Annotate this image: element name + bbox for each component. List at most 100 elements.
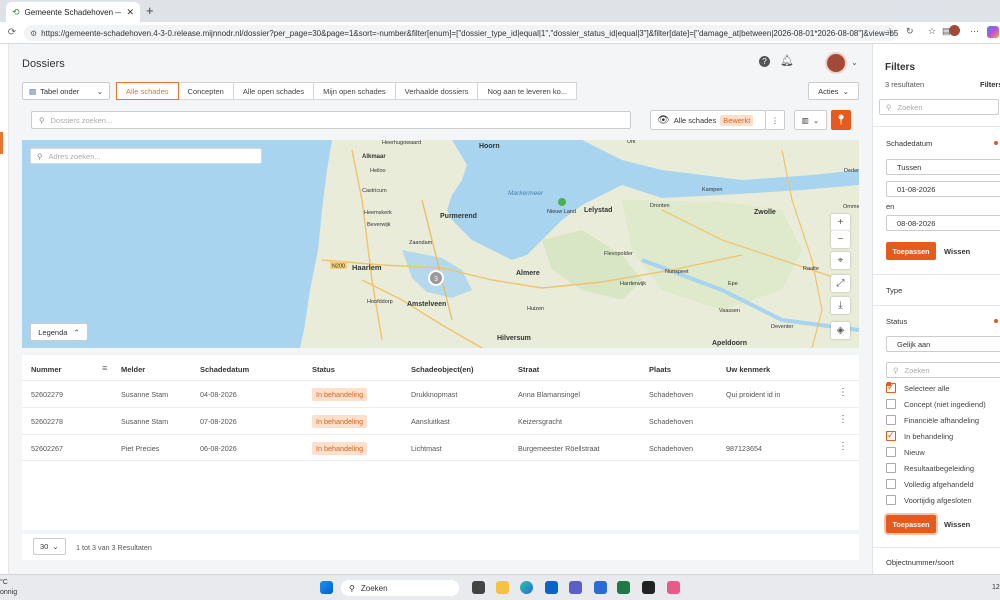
header-schadedatum[interactable]: Schadedatum	[200, 365, 249, 374]
saved-view-select[interactable]: 👁︎ Alle schades Bewerkt	[650, 110, 766, 130]
columns-button[interactable]: ▥ ⌄	[794, 110, 827, 130]
word-icon[interactable]	[594, 581, 607, 594]
map-place-label: Markermeer	[508, 190, 544, 197]
row-menu-icon[interactable]: ⋮	[838, 387, 848, 398]
checkbox-volledig-afgehandeld[interactable]	[886, 479, 896, 489]
refresh-page-icon[interactable]: ↻	[906, 26, 914, 37]
schadedatum-label[interactable]: Schadedatum	[886, 139, 932, 148]
search-icon: ⚲	[886, 102, 892, 112]
legenda-button[interactable]: Legenda ⌃	[30, 323, 88, 341]
acties-button[interactable]: Acties ⌄	[808, 82, 859, 100]
outlook-icon[interactable]	[545, 581, 558, 594]
checkbox-in-behandeling[interactable]	[886, 430, 896, 441]
status-mode-select[interactable]: Gelijk aan	[886, 336, 1000, 352]
checkbox-concept[interactable]	[886, 399, 896, 409]
snipping-tool-icon[interactable]	[667, 581, 680, 594]
locate-icon[interactable]: ⌖	[831, 252, 850, 269]
notification-bell-icon[interactable]: 🔔︎	[780, 54, 794, 67]
map-place-label: Hilversum	[497, 335, 531, 342]
checkbox-voortijdig-afgesloten[interactable]	[886, 495, 896, 505]
clear-status-button[interactable]: Wissen	[944, 520, 970, 529]
fullscreen-icon[interactable]: ⤢	[831, 275, 850, 292]
start-icon[interactable]	[320, 581, 333, 594]
map-place-label: Amstelveen	[407, 301, 446, 308]
view-tabs: ▤ Tabel onder ⌄ Alle schades Concepten A…	[22, 82, 578, 100]
tab-alle-open-schades[interactable]: Alle open schades	[232, 82, 315, 100]
download-icon[interactable]: ⤓	[831, 297, 850, 314]
address-search-input[interactable]: ⚲ Adres zoeken...	[30, 148, 262, 164]
map-view[interactable]: 3 N200 Hoorn Heerhugowaard Alkmaar Heiloo Ca…	[22, 140, 859, 348]
copilot-icon[interactable]	[987, 26, 999, 38]
acties-label: Acties	[818, 86, 839, 96]
new-tab-icon[interactable]: +	[146, 3, 154, 18]
task-view-icon[interactable]	[472, 581, 485, 594]
status-search-input[interactable]: ⚲ Zoeken	[886, 362, 1000, 378]
date-to-input[interactable]: 08-08-2026	[886, 215, 1000, 231]
row-menu-icon[interactable]: ⋮	[838, 441, 848, 452]
tab-mijn-open-schades[interactable]: Mijn open schades	[313, 82, 396, 100]
zoom-out-button[interactable]: −	[831, 231, 850, 248]
tab-nog-aan-te-leveren[interactable]: Nog aan te leveren ko...	[477, 82, 578, 100]
header-schadeobject[interactable]: Schadeobject(en)	[411, 365, 474, 374]
browser-tab[interactable]: ⟲ Gemeente Schadehoven — Dossier ✕	[6, 2, 140, 22]
type-label[interactable]: Type	[886, 286, 902, 295]
cell-object: Lichtmast	[411, 444, 442, 453]
taskbar-search[interactable]: ⚲ Zoeken	[341, 580, 459, 596]
sticky-notes-icon[interactable]	[642, 581, 655, 594]
more-menu-icon[interactable]: ⋯	[970, 26, 979, 37]
chevron-down-icon[interactable]: ⌄	[851, 58, 858, 67]
teams-icon[interactable]	[569, 581, 582, 594]
tab-concepten[interactable]: Concepten	[177, 82, 234, 100]
cell-melder: Piet Precies	[121, 444, 160, 453]
range-mode-select[interactable]: Tussen	[886, 159, 1000, 175]
site-info-icon[interactable]: ⚙	[30, 29, 37, 38]
map-pin-button[interactable]: 📍︎	[831, 110, 851, 130]
header-melder[interactable]: Melder	[121, 365, 145, 374]
table-row[interactable]: 52602279 Susanne Stam 04-08-2026 In beha…	[22, 380, 859, 407]
star-icon[interactable]: ☆	[886, 26, 894, 37]
cell-straat: Burgemeester Röellstraat	[518, 444, 600, 453]
search-icon: ⚲	[39, 115, 45, 125]
per-page-select[interactable]: 30 ⌄	[33, 538, 66, 555]
close-tab-icon[interactable]: ✕	[126, 7, 134, 18]
row-menu-icon[interactable]: ⋮	[838, 414, 848, 425]
header-nummer[interactable]: Nummer	[31, 365, 61, 374]
reload-icon[interactable]: ⟳	[6, 27, 18, 38]
header-plaats[interactable]: Plaats	[649, 365, 671, 374]
apply-date-button[interactable]: Toepassen	[886, 242, 936, 260]
objectnummer-label[interactable]: Objectnummer/soort	[886, 558, 954, 567]
status-badge: In behandeling	[312, 442, 368, 455]
clear-date-button[interactable]: Wissen	[944, 247, 970, 256]
filters-search-input[interactable]: ⚲ Zoeken	[879, 99, 999, 115]
header-straat[interactable]: Straat	[518, 365, 539, 374]
user-avatar[interactable]	[825, 52, 847, 74]
checkbox-resultaatbegeleiding[interactable]	[886, 463, 896, 473]
table-row[interactable]: 52602267 Piet Precies 06-08-2026 In beha…	[22, 434, 859, 461]
help-icon[interactable]: ?	[759, 56, 770, 67]
favorites-icon[interactable]: ☆	[928, 26, 936, 37]
table-row[interactable]: 52602278 Susanne Stam 07-08-2026 In beha…	[22, 407, 859, 434]
url-bar[interactable]: ⚙ https://gemeente-schadehoven.4-3-0.rel…	[24, 25, 898, 41]
view-more-button[interactable]: ⋮	[765, 110, 785, 130]
file-explorer-icon[interactable]	[496, 581, 509, 594]
filters-link[interactable]: Filters	[980, 80, 1000, 89]
apply-status-button[interactable]: Toepassen	[886, 515, 936, 533]
excel-icon[interactable]	[617, 581, 630, 594]
checkbox-nieuw[interactable]	[886, 447, 896, 457]
sort-icon[interactable]: ≡	[102, 363, 107, 373]
zoom-in-button[interactable]: +	[831, 214, 850, 231]
view-select[interactable]: ▤ Tabel onder ⌄	[22, 82, 110, 100]
tab-verhaalde-dossiers[interactable]: Verhaalde dossiers	[394, 82, 479, 100]
layers-icon[interactable]: ◈	[831, 322, 850, 339]
map-place-label: Urk	[627, 140, 636, 145]
tab-alle-schades[interactable]: Alle schades	[116, 82, 179, 100]
header-status[interactable]: Status	[312, 365, 335, 374]
dossier-search-input[interactable]: ⚲ Dossiers zoeken...	[31, 111, 631, 129]
date-from-input[interactable]: 01-08-2026	[886, 181, 1000, 197]
profile-avatar-icon[interactable]	[949, 25, 960, 36]
status-label[interactable]: Status	[886, 317, 907, 326]
edge-icon[interactable]	[520, 581, 533, 594]
header-uw-kenmerk[interactable]: Uw kenmerk	[726, 365, 770, 374]
checkbox-selecteer-alle[interactable]	[886, 382, 896, 393]
checkbox-financiele-afhandeling[interactable]	[886, 415, 896, 425]
